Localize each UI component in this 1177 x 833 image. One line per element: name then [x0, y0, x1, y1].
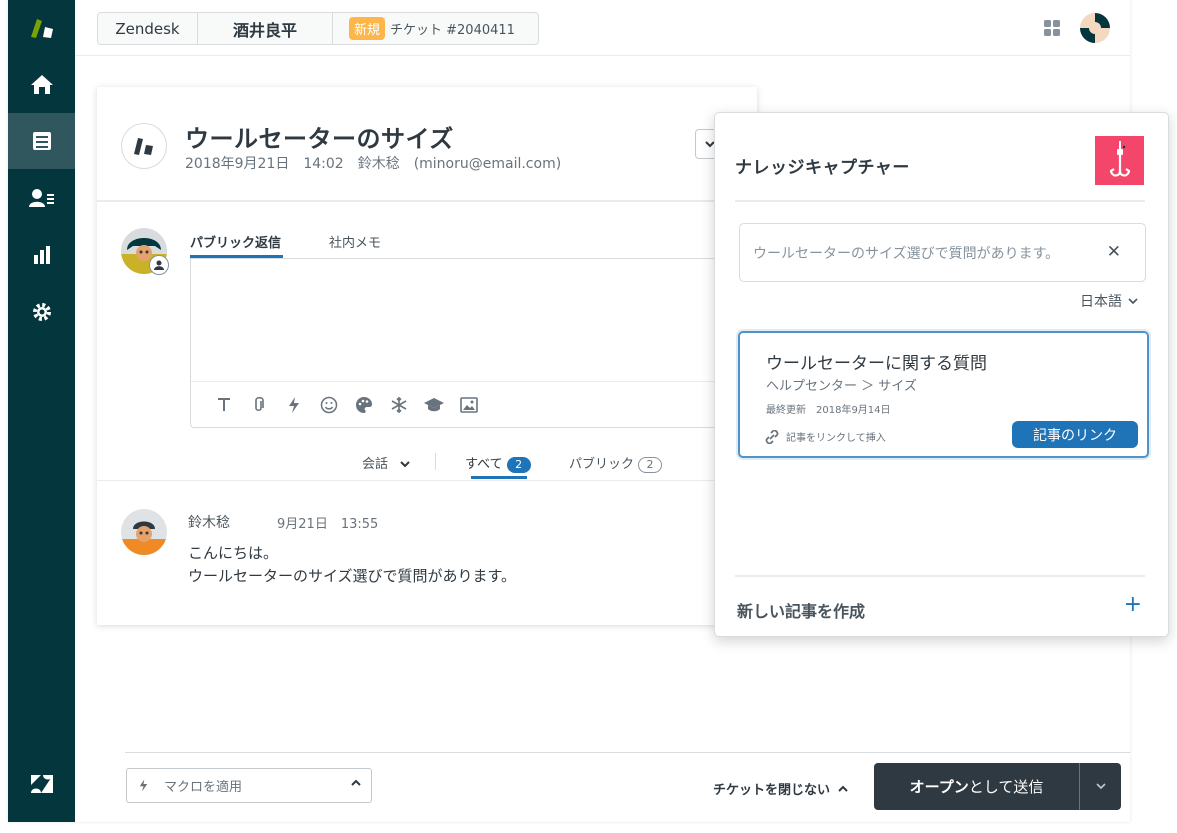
- ticket-tabs: Zendesk 酒井良平 新規 チケット #2040411: [97, 12, 539, 45]
- reply-editor[interactable]: [190, 258, 770, 428]
- knowledge-capture-panel: ナレッジキャプチャー ウールセーターのサイズ選びで質問があります。 ✕ 日本語 …: [714, 112, 1169, 637]
- tab-ticket[interactable]: 新規 チケット #2040411: [333, 13, 538, 44]
- events-divider: [97, 480, 757, 481]
- tab-public-reply[interactable]: パブリック返信: [190, 232, 281, 251]
- article-updated: 最終更新 2018年9月14日: [766, 405, 891, 416]
- filter-divider: [435, 453, 436, 470]
- chevron-down-icon: [1095, 783, 1106, 790]
- topbar: Zendesk 酒井良平 新規 チケット #2040411: [75, 0, 1130, 56]
- knowledge-capture-title: ナレッジキャプチャー: [735, 158, 910, 178]
- search-input[interactable]: ウールセーターのサイズ選びで質問があります。 ✕: [739, 223, 1146, 282]
- text-format-icon[interactable]: [213, 394, 234, 415]
- customers-icon[interactable]: [8, 170, 75, 226]
- tab-internal-note[interactable]: 社内メモ: [329, 232, 381, 251]
- ticket-footer: マクロを適用 チケットを閉じない オープン として送信: [125, 752, 1130, 822]
- palette-icon[interactable]: [353, 394, 374, 415]
- knowledge-capture-divider: [735, 200, 1145, 202]
- agent-badge-icon: [149, 255, 169, 275]
- filter-public-count: 2: [638, 457, 663, 473]
- chevron-down-icon: [400, 461, 410, 468]
- ticket-header: ウールセーターのサイズ 2018年9月21日 14:02 鈴木稔 (minoru…: [97, 87, 757, 202]
- language-select-label: 日本語: [1080, 294, 1122, 310]
- fishing-hook-icon: [1095, 136, 1144, 185]
- ticket-number: チケット #2040411: [390, 23, 515, 38]
- filter-all-count: 2: [506, 457, 531, 473]
- article-result-card[interactable]: ウールセーターに関する質問 ヘルプセンター ＞ サイズ 最終更新 2018年9月…: [738, 331, 1149, 458]
- submit-status-label: オープン: [909, 778, 969, 796]
- filter-all[interactable]: すべて 2: [465, 453, 531, 473]
- article-path: ヘルプセンター ＞ サイズ: [766, 379, 917, 394]
- admin-icon[interactable]: [8, 284, 75, 340]
- snowflake-icon[interactable]: [388, 394, 409, 415]
- comment-timestamp: 9月21日 13:55: [277, 517, 379, 532]
- reporting-icon[interactable]: [8, 227, 75, 283]
- knowledge-capture-footer-divider: [735, 575, 1145, 577]
- macro-lightning-icon[interactable]: [283, 394, 304, 415]
- apply-macro-select[interactable]: マクロを適用: [126, 768, 372, 803]
- close-tab-option-label: チケットを閉じない: [713, 783, 831, 798]
- emoji-icon[interactable]: [318, 394, 339, 415]
- avatar[interactable]: [1080, 13, 1110, 43]
- requester-avatar: [121, 509, 167, 555]
- filter-public[interactable]: パブリック 2: [569, 453, 663, 473]
- insert-link-label: 記事をリンクして挿入: [786, 433, 886, 444]
- article-title: ウールセーターに関する質問: [766, 354, 987, 374]
- comment-body-line: ウールセーターのサイズ選びで質問があります。: [188, 567, 517, 585]
- filter-conversation-dropdown[interactable]: 会話: [362, 453, 410, 472]
- conversation-filter: 会話 すべて 2 パブリック 2: [97, 447, 757, 479]
- submit-button-group: オープン として送信: [874, 763, 1121, 810]
- chevron-down-icon: [1128, 297, 1138, 304]
- filter-all-label: すべて: [465, 457, 503, 472]
- ticket-card: ウールセーターのサイズ 2018年9月21日 14:02 鈴木稔 (minoru…: [97, 87, 770, 625]
- graduation-cap-icon[interactable]: [423, 394, 444, 415]
- image-icon[interactable]: [458, 394, 479, 415]
- link-icon: [765, 429, 779, 444]
- macro-lightning-icon: [139, 779, 148, 792]
- close-icon[interactable]: ✕: [1107, 242, 1121, 262]
- editor-toolbar: [191, 381, 769, 427]
- submit-button[interactable]: オープン として送信: [874, 763, 1080, 810]
- search-input-value: ウールセーターのサイズ選びで質問があります。: [753, 245, 1060, 262]
- zendesk-logo-icon[interactable]: [8, 0, 75, 56]
- close-tab-option[interactable]: チケットを閉じない: [713, 779, 848, 798]
- language-select[interactable]: 日本語: [1080, 291, 1138, 311]
- chevron-up-icon: [351, 779, 361, 786]
- requester-logo-icon: [121, 123, 167, 169]
- attachment-icon[interactable]: [248, 394, 269, 415]
- insert-link-option[interactable]: 記事をリンクして挿入: [764, 429, 886, 444]
- tab-requester[interactable]: 酒井良平: [198, 13, 333, 44]
- filter-conversation-label: 会話: [362, 457, 389, 472]
- filter-all-indicator: [471, 476, 527, 479]
- tab-brand[interactable]: Zendesk: [98, 13, 198, 44]
- sidebar: [8, 0, 75, 822]
- chevron-up-icon: [838, 785, 848, 792]
- page-title: ウールセーターのサイズ: [185, 125, 454, 153]
- plus-icon[interactable]: +: [1124, 594, 1142, 616]
- apply-macro-label: マクロを適用: [164, 780, 243, 795]
- apps-grid-icon[interactable]: [1044, 20, 1060, 40]
- views-icon[interactable]: [8, 113, 75, 169]
- comment-author: 鈴木稔: [188, 515, 230, 531]
- create-article-label[interactable]: 新しい記事を作成: [737, 598, 865, 622]
- ticket-meta: 2018年9月21日 14:02 鈴木稔 (minoru@email.com): [185, 156, 562, 172]
- submit-action-label: として送信: [968, 778, 1044, 796]
- home-icon[interactable]: [8, 56, 75, 112]
- article-link-button[interactable]: 記事のリンク: [1012, 421, 1138, 448]
- submit-options-button[interactable]: [1080, 763, 1121, 810]
- comment-body-line: こんにちは。: [188, 544, 279, 562]
- zendesk-z-icon[interactable]: [8, 756, 75, 812]
- status-badge: 新規: [349, 17, 386, 40]
- filter-public-label: パブリック: [569, 457, 635, 472]
